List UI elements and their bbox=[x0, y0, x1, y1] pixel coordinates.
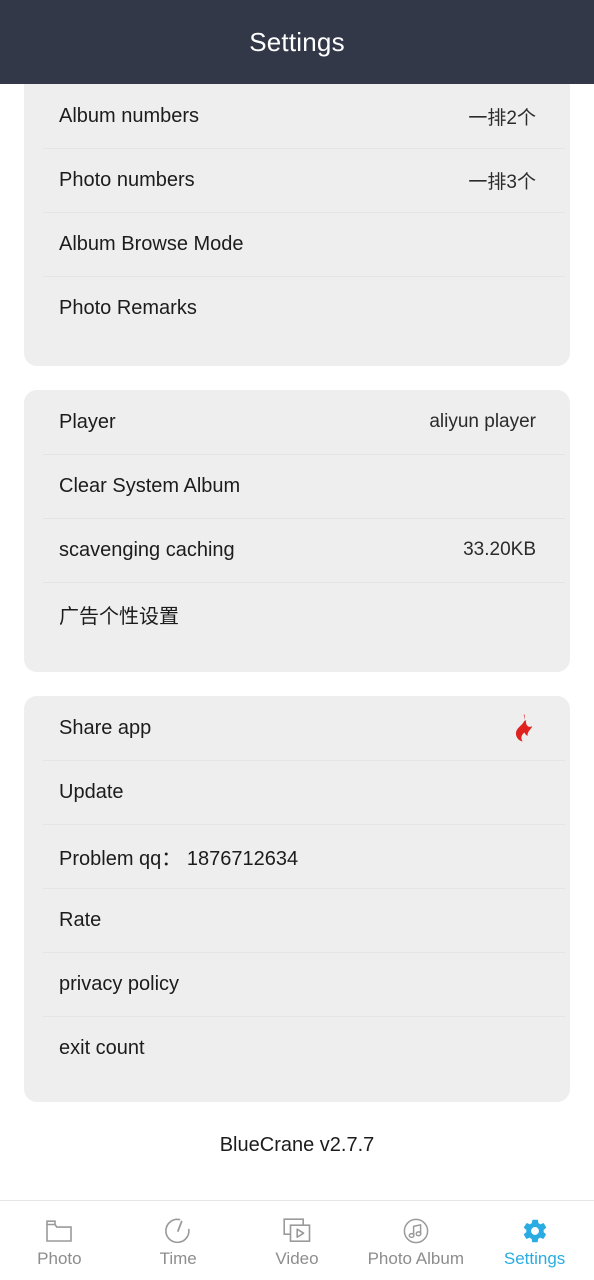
row-label: Photo numbers bbox=[59, 168, 195, 191]
row-label: privacy policy bbox=[59, 972, 180, 995]
folder-icon bbox=[45, 1217, 73, 1245]
settings-card-system-settings: Player aliyun player Clear System Album … bbox=[24, 390, 570, 672]
settings-row-clear-system-album[interactable]: Clear System Album bbox=[24, 454, 570, 518]
clock-icon bbox=[164, 1217, 192, 1245]
card-bottom-spacer bbox=[24, 340, 570, 366]
row-label: Photo Remarks bbox=[59, 296, 197, 319]
row-value: 一排2个 bbox=[468, 107, 536, 129]
settings-row-share-app[interactable]: Share app bbox=[24, 696, 570, 760]
row-label: exit count bbox=[59, 1036, 145, 1059]
row-label: scavenging caching bbox=[59, 538, 235, 561]
music-note-icon bbox=[402, 1217, 430, 1245]
row-label: Clear System Album bbox=[59, 474, 241, 497]
tab-photo-album[interactable]: Photo Album bbox=[356, 1201, 475, 1280]
page-title: Settings bbox=[249, 26, 345, 57]
tab-label: Time bbox=[159, 1248, 197, 1268]
row-label: Update bbox=[59, 780, 124, 803]
tab-label: Video bbox=[275, 1248, 319, 1268]
row-value: 一排3个 bbox=[468, 171, 536, 193]
gear-icon bbox=[521, 1217, 549, 1245]
settings-row-photo-numbers[interactable]: Photo numbers 一排3个 bbox=[24, 148, 570, 212]
card-bottom-spacer bbox=[24, 1080, 570, 1102]
tab-settings[interactable]: Settings bbox=[475, 1201, 594, 1280]
settings-row-update[interactable]: Update bbox=[24, 760, 570, 824]
app-version-label: BlueCrane v2.7.7 bbox=[219, 1134, 375, 1156]
row-label: Rate bbox=[59, 908, 102, 931]
tab-photo[interactable]: Photo bbox=[0, 1201, 119, 1280]
settings-row-exit-count[interactable]: exit count bbox=[24, 1016, 570, 1080]
row-value: aliyun player bbox=[429, 411, 536, 432]
settings-scroll-area[interactable]: Album numbers 一排2个 Photo numbers 一排3个 Al… bbox=[0, 84, 594, 1200]
settings-row-album-browse-mode[interactable]: Album Browse Mode bbox=[24, 212, 570, 276]
settings-row-photo-remarks[interactable]: Photo Remarks bbox=[24, 276, 570, 340]
row-label: Player bbox=[59, 410, 116, 433]
tab-video[interactable]: Video bbox=[238, 1201, 357, 1280]
settings-row-ad-personalization[interactable]: 广告个性设置 bbox=[24, 582, 570, 646]
settings-row-scavenging-caching[interactable]: scavenging caching 33.20KB bbox=[24, 518, 570, 582]
settings-card-about-settings: Share app Update Problem qq： 1876712634 … bbox=[24, 696, 570, 1102]
card-bottom-spacer bbox=[24, 646, 570, 672]
row-label: Album Browse Mode bbox=[59, 232, 244, 255]
tab-time[interactable]: Time bbox=[119, 1201, 238, 1280]
row-label: Album numbers bbox=[59, 104, 200, 127]
settings-row-rate[interactable]: Rate bbox=[24, 888, 570, 952]
video-icon bbox=[282, 1217, 312, 1245]
settings-row-problem-qq[interactable]: Problem qq： 1876712634 bbox=[24, 824, 570, 888]
settings-row-album-numbers[interactable]: Album numbers 一排2个 bbox=[24, 84, 570, 148]
settings-screen: Settings Album numbers 一排2个 Photo number… bbox=[0, 0, 594, 1280]
settings-card-display-settings: Album numbers 一排2个 Photo numbers 一排3个 Al… bbox=[24, 84, 570, 366]
tab-label: Photo bbox=[37, 1248, 82, 1268]
settings-row-player[interactable]: Player aliyun player bbox=[24, 390, 570, 454]
settings-row-privacy-policy[interactable]: privacy policy bbox=[24, 952, 570, 1016]
row-label: 广告个性设置 bbox=[59, 605, 179, 628]
row-value: 33.20KB bbox=[463, 539, 536, 560]
tab-label: Photo Album bbox=[367, 1248, 464, 1268]
row-label: Share app bbox=[59, 716, 152, 739]
flame-icon bbox=[510, 714, 536, 742]
app-header: Settings bbox=[0, 0, 594, 84]
row-label: Problem qq： 1876712634 bbox=[59, 847, 299, 870]
bottom-tab-bar: Photo Time Video Photo Album Settings bbox=[0, 1200, 594, 1280]
tab-label: Settings bbox=[503, 1248, 566, 1268]
